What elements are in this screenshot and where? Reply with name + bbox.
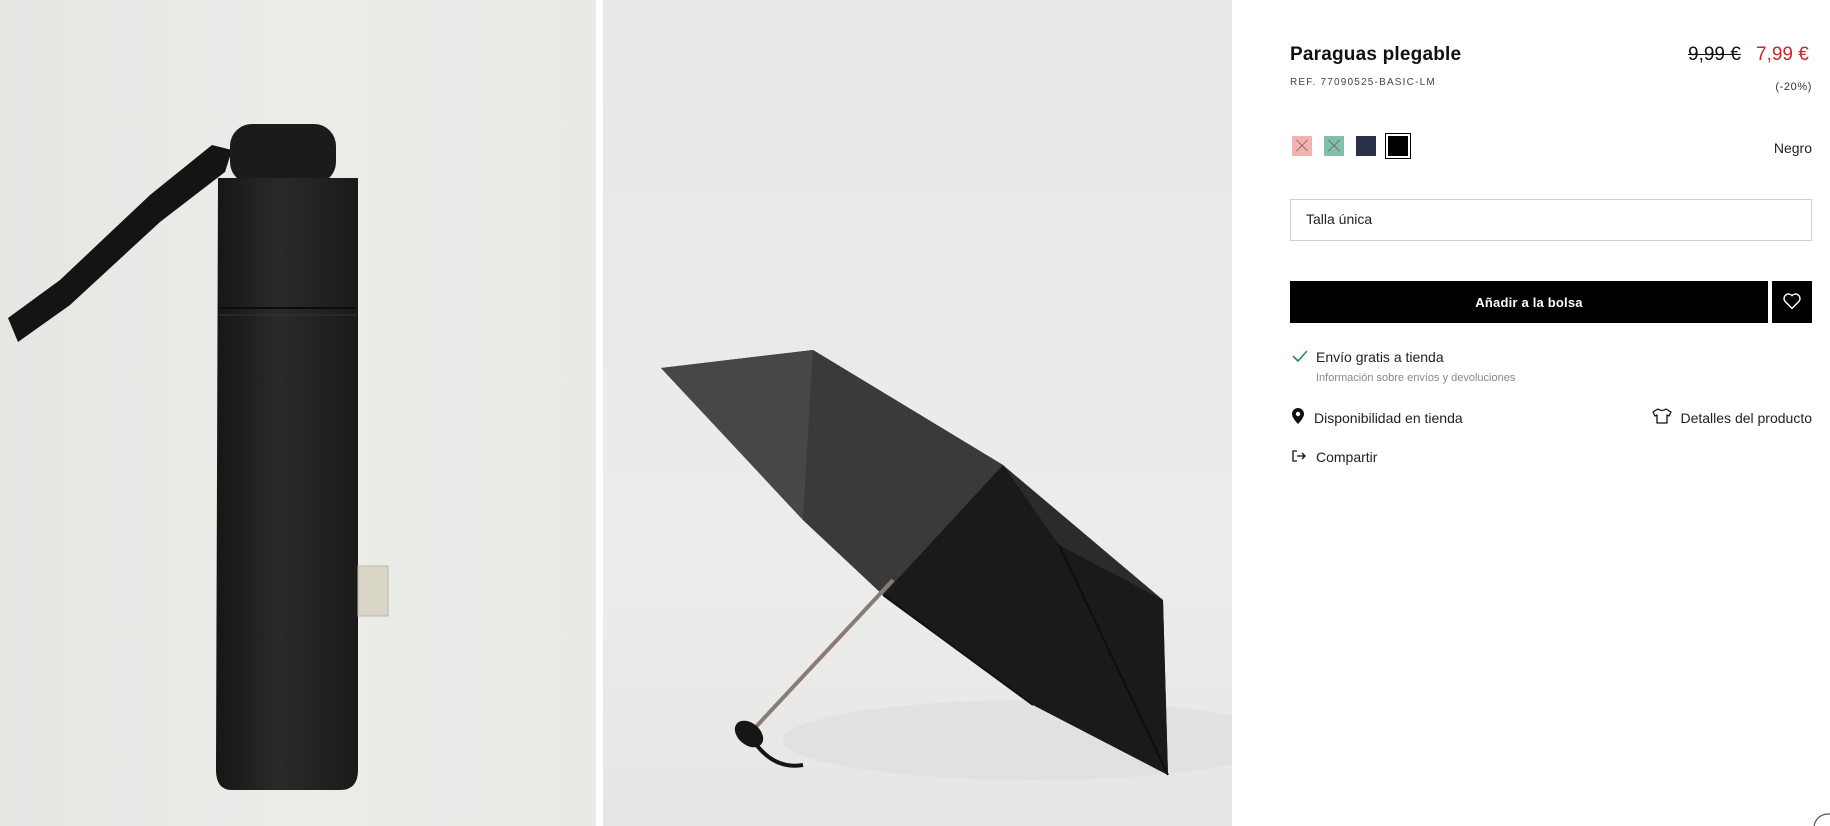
sale-price: 7,99 €: [1756, 44, 1809, 65]
product-title: Paraguas plegable: [1290, 44, 1462, 65]
product-photo-open[interactable]: [603, 0, 1232, 826]
location-pin-icon: [1292, 408, 1304, 427]
color-swatch-pink[interactable]: [1292, 136, 1312, 156]
check-icon: [1292, 349, 1308, 365]
product-reference: REF. 77090525-BASIC-LM: [1290, 77, 1436, 88]
original-price: 9,99 €: [1688, 44, 1741, 65]
product-info-panel: Paraguas plegable REF. 77090525-BASIC-LM…: [1232, 0, 1830, 826]
heart-icon: [1782, 292, 1802, 313]
open-umbrella-image: [661, 350, 1232, 780]
product-photo-folded[interactable]: [0, 0, 596, 826]
store-availability-label: Disponibilidad en tienda: [1314, 409, 1463, 426]
discount-badge: (-20%): [1775, 81, 1812, 93]
size-selector[interactable]: Talla única: [1290, 199, 1812, 241]
shipping-info-link[interactable]: Información sobre envíos y devoluciones: [1316, 372, 1515, 384]
store-availability-link[interactable]: Disponibilidad en tienda: [1292, 408, 1463, 427]
share-label: Compartir: [1316, 449, 1378, 465]
add-to-bag-button[interactable]: Añadir a la bolsa: [1290, 281, 1768, 323]
selected-color-name: Negro: [1773, 140, 1812, 156]
free-shipping-text: Envío gratis a tienda: [1316, 349, 1444, 365]
folded-umbrella-image: [8, 124, 389, 790]
share-link[interactable]: Compartir: [1292, 449, 1377, 465]
product-details-label: Detalles del producto: [1680, 409, 1812, 426]
free-shipping-row: Envío gratis a tienda: [1292, 349, 1444, 365]
product-details-link[interactable]: Detalles del producto: [1652, 408, 1812, 427]
color-swatch-navy[interactable]: [1356, 136, 1376, 156]
share-icon: [1292, 449, 1306, 465]
color-swatches: [1292, 133, 1411, 159]
color-swatch-green[interactable]: [1324, 136, 1344, 156]
wishlist-button[interactable]: [1772, 281, 1812, 323]
tshirt-icon: [1652, 408, 1673, 427]
product-gallery: [0, 0, 1232, 826]
chat-icon[interactable]: [1810, 810, 1830, 826]
color-swatch-black[interactable]: [1385, 133, 1411, 159]
